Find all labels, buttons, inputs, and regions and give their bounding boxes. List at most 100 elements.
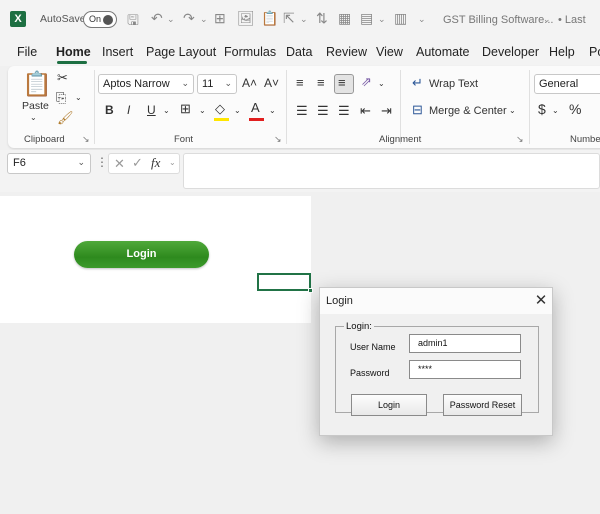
- font-group-label: Font: [174, 134, 194, 145]
- redo-icon[interactable]: ↷: [183, 10, 195, 27]
- grid-icon[interactable]: ▦: [338, 10, 351, 27]
- underline-button[interactable]: U: [147, 103, 156, 117]
- picture-icon[interactable]: 🖼: [237, 10, 255, 27]
- password-field[interactable]: ****: [409, 360, 521, 379]
- save-icon[interactable]: 🖫: [127, 10, 139, 34]
- username-field[interactable]: admin1: [409, 334, 521, 353]
- fill-color-icon[interactable]: ◇: [215, 101, 225, 117]
- separator: [94, 70, 95, 144]
- copy-dropdown-icon[interactable]: ⌄: [75, 93, 82, 102]
- increase-font-icon[interactable]: A˄: [242, 76, 257, 90]
- tab-formulas[interactable]: Formulas: [224, 45, 276, 59]
- align-center-icon[interactable]: ☰: [317, 103, 329, 119]
- fill-dropdown-icon[interactable]: ⌄: [234, 106, 241, 115]
- italic-button[interactable]: I: [127, 103, 130, 117]
- fill-handle[interactable]: [308, 288, 313, 293]
- align-left-icon[interactable]: ☰: [296, 103, 308, 119]
- tab-page-layout[interactable]: Page Layout: [146, 45, 216, 59]
- orientation-dropdown-icon[interactable]: ⌄: [378, 79, 385, 88]
- clipboard-group-label: Clipboard: [24, 134, 65, 145]
- align-right-icon[interactable]: ☰: [338, 103, 350, 119]
- tab-view[interactable]: View: [376, 45, 403, 59]
- tab-help[interactable]: Help: [549, 45, 575, 59]
- tab-developer[interactable]: Developer: [482, 45, 539, 59]
- merge-center-button[interactable]: Merge & Center: [429, 105, 507, 117]
- copy-icon[interactable]: ⎘: [56, 90, 66, 106]
- insert-function-icon[interactable]: fx: [151, 155, 160, 171]
- separator: [400, 70, 401, 144]
- tab-page-overflow[interactable]: Po: [589, 45, 600, 59]
- login-button[interactable]: Login: [351, 394, 427, 416]
- tab-automate[interactable]: Automate: [416, 45, 470, 59]
- cancel-icon[interactable]: ✕: [114, 156, 125, 172]
- username-label: User Name: [350, 342, 396, 352]
- more-options-icon[interactable]: ⋮: [96, 155, 108, 169]
- title-dropdown-icon[interactable]: ⌄: [543, 14, 551, 25]
- toggle-knob: [103, 15, 113, 25]
- undo-dropdown-icon[interactable]: ⌄: [167, 14, 175, 25]
- password-reset-button[interactable]: Password Reset: [443, 394, 522, 416]
- wrap-text-icon[interactable]: ↵: [412, 75, 423, 91]
- alignment-launcher-icon[interactable]: ↘: [516, 134, 524, 145]
- decrease-indent-icon[interactable]: ⇤: [360, 103, 371, 119]
- underline-dropdown-icon[interactable]: ⌄: [163, 106, 170, 115]
- borders-icon[interactable]: ⊞: [180, 101, 191, 117]
- share-dropdown-icon[interactable]: ⌄: [300, 14, 308, 25]
- paste-icon[interactable]: 📋: [22, 70, 52, 99]
- form-icon[interactable]: 📋: [261, 10, 278, 27]
- paste-dropdown-icon[interactable]: ⌄: [30, 113, 37, 122]
- currency-dropdown-icon[interactable]: ⌄: [552, 106, 559, 115]
- format-painter-icon[interactable]: 🖌: [57, 110, 74, 126]
- borders-dropdown-icon[interactable]: ⌄: [199, 106, 206, 115]
- sheet-login-button[interactable]: Login: [74, 241, 209, 268]
- selected-cell[interactable]: [257, 273, 311, 291]
- tab-data[interactable]: Data: [286, 45, 312, 59]
- wrap-text-button[interactable]: Wrap Text: [429, 78, 478, 90]
- clipboard-launcher-icon[interactable]: ↘: [82, 134, 90, 145]
- font-color-dropdown-icon[interactable]: ⌄: [269, 106, 276, 115]
- redo-dropdown-icon[interactable]: ⌄: [200, 14, 208, 25]
- share-icon[interactable]: ⇱: [283, 10, 295, 27]
- tab-file[interactable]: File: [17, 45, 37, 59]
- bold-button[interactable]: B: [105, 103, 114, 117]
- orientation-icon[interactable]: ⇗: [361, 74, 372, 90]
- align-middle-icon[interactable]: ≡: [317, 75, 325, 90]
- chevron-down-icon: ⌄: [77, 157, 85, 167]
- table-icon[interactable]: ▤: [360, 10, 373, 27]
- cut-icon[interactable]: ✂: [57, 70, 68, 86]
- font-launcher-icon[interactable]: ↘: [274, 134, 282, 145]
- enter-icon[interactable]: ✓: [132, 155, 143, 171]
- formula-input[interactable]: [183, 153, 600, 189]
- increase-indent-icon[interactable]: ⇥: [381, 103, 392, 119]
- font-size-combo[interactable]: 11 ⌄: [197, 74, 237, 94]
- decrease-font-icon[interactable]: A˅: [264, 76, 279, 90]
- name-box[interactable]: F6 ⌄: [7, 153, 91, 174]
- login-dialog: Login ✕ Login: User Name admin1 Password…: [319, 287, 553, 436]
- tab-insert[interactable]: Insert: [102, 45, 133, 59]
- table-dropdown-icon[interactable]: ⌄: [378, 14, 386, 25]
- font-color-icon[interactable]: A: [251, 100, 260, 115]
- customize-qat-icon[interactable]: ⌄: [418, 14, 426, 25]
- document-icon[interactable]: ▥: [394, 10, 407, 27]
- tab-review[interactable]: Review: [326, 45, 367, 59]
- percent-button[interactable]: %: [569, 101, 581, 117]
- active-tab-indicator: [57, 61, 87, 64]
- currency-button[interactable]: $: [538, 101, 546, 117]
- font-name-combo[interactable]: Aptos Narrow ⌄: [98, 74, 194, 94]
- borders-icon[interactable]: ⊞: [214, 10, 226, 27]
- dialog-title-bar[interactable]: Login ✕: [320, 288, 552, 314]
- font-color-swatch: [249, 118, 264, 121]
- document-title: GST Billing Software...: [443, 14, 554, 26]
- number-format-combo[interactable]: General: [534, 74, 600, 94]
- fx-dropdown-icon[interactable]: ⌄: [169, 158, 176, 167]
- merge-dropdown-icon[interactable]: ⌄: [509, 106, 516, 115]
- align-top-icon[interactable]: ≡: [296, 75, 304, 90]
- tab-home[interactable]: Home: [56, 45, 91, 59]
- align-bottom-icon[interactable]: ≡: [338, 75, 346, 90]
- merge-center-icon[interactable]: ⊟: [412, 102, 423, 118]
- paste-label[interactable]: Paste: [22, 100, 49, 112]
- close-icon[interactable]: ✕: [533, 291, 549, 309]
- undo-icon[interactable]: ↶: [151, 10, 163, 27]
- autosave-toggle[interactable]: On: [83, 11, 117, 28]
- sort-icon[interactable]: ⇅: [316, 10, 328, 27]
